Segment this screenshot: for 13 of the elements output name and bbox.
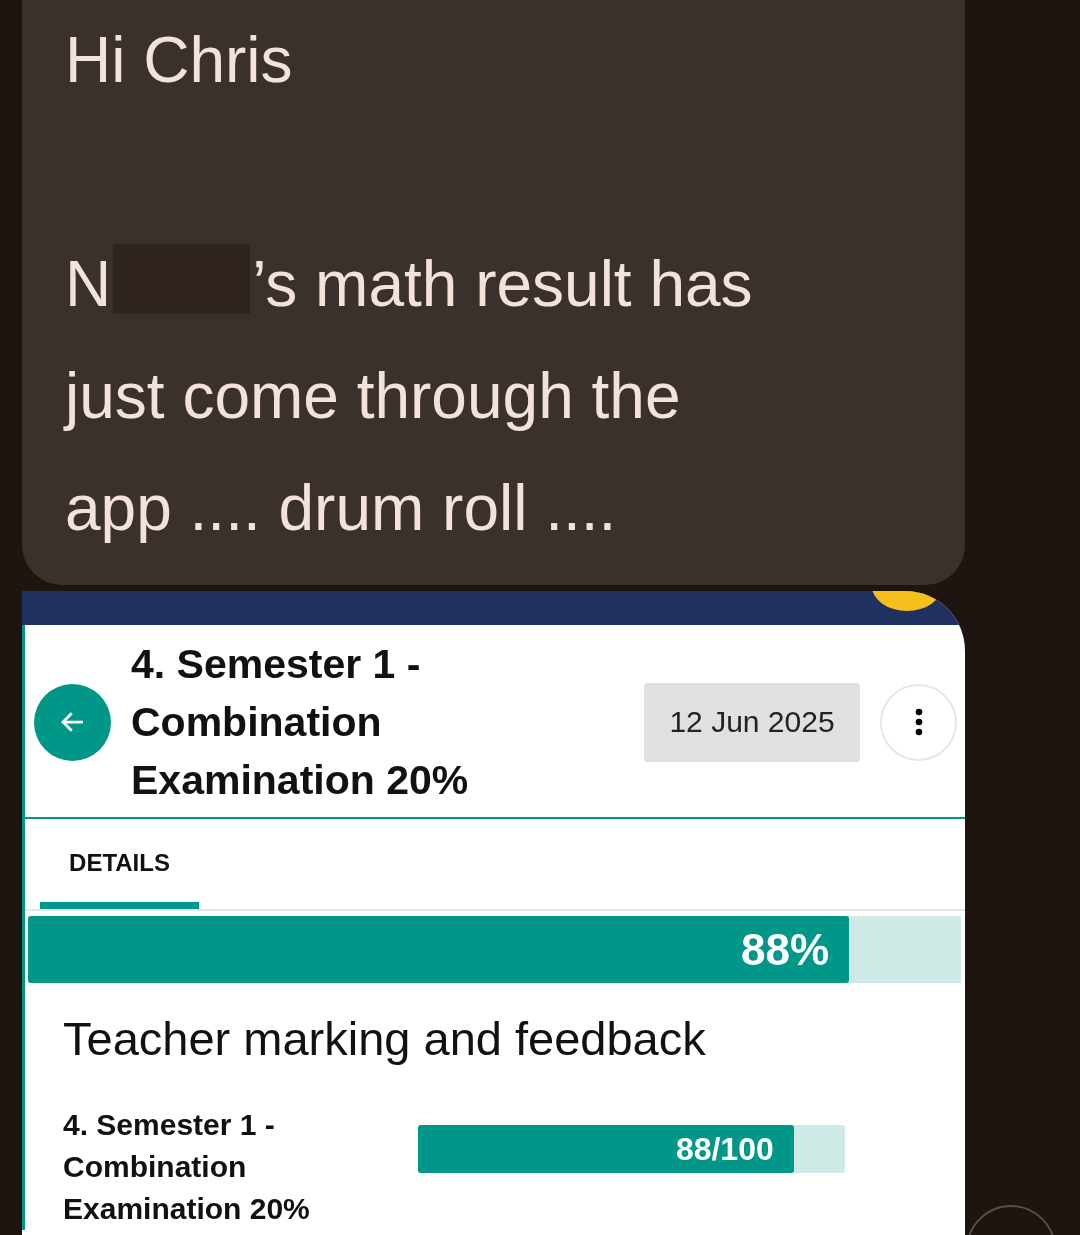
message-text: N: [65, 248, 112, 320]
kebab-menu-icon: [914, 708, 923, 736]
greeting-text: Hi Chris: [65, 23, 294, 98]
exam-title: 4. Semester 1 - Combination Examination 20%: [131, 640, 470, 805]
message-text: ’s math result has: [252, 248, 753, 320]
item-name: 4. Semester 1 - Combination Examination 20%: [63, 1107, 311, 1227]
score-text: 88%: [740, 924, 830, 975]
section-title: Teacher marking and feedback: [62, 1011, 707, 1066]
message-text: app .... drum roll ....: [65, 471, 617, 546]
date-chip[interactable]: 12 Jun 2025: [644, 682, 860, 762]
details-tab[interactable]: DETAILS: [40, 819, 199, 909]
score-text: 88/100: [675, 1130, 774, 1168]
message-text: just come through the: [65, 359, 681, 434]
